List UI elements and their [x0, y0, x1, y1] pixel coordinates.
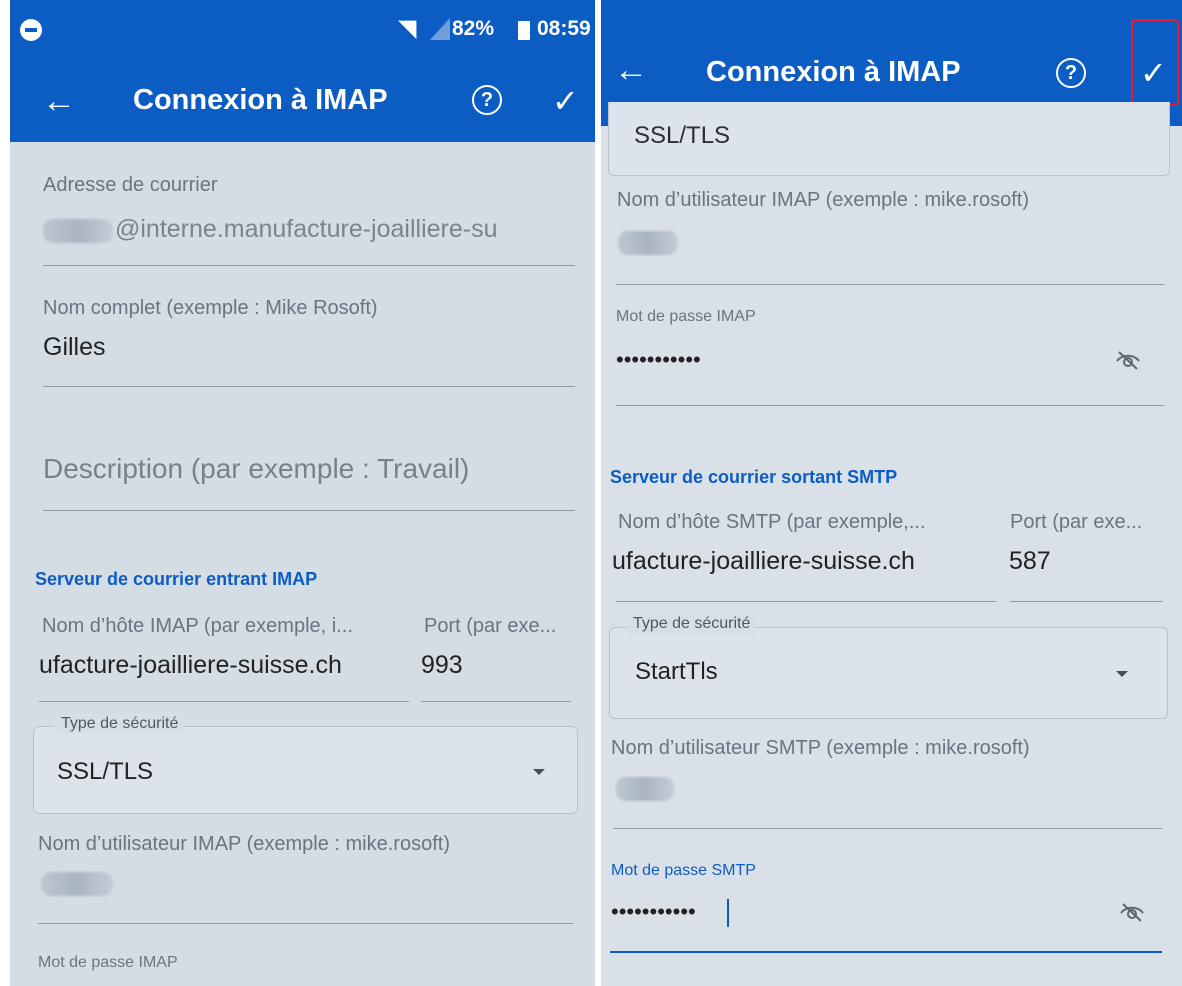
imap-host-underline [39, 701, 409, 702]
confirm-check-icon[interactable]: ✓ [1140, 55, 1167, 91]
smtp-password-field-value[interactable]: ••••••••••• [611, 899, 696, 925]
smtp-port-field-value[interactable]: 587 [1009, 546, 1051, 576]
imap-password-underline [616, 405, 1164, 406]
email-field-value[interactable]: @interne.manufacture-joailliere-su [115, 214, 498, 244]
status-time: 08:59 [537, 17, 591, 40]
imap-password-label: Mot de passe IMAP [38, 954, 178, 971]
top-imap-security-value: SSL/TLS [634, 122, 731, 149]
chevron-down-icon [1116, 671, 1128, 677]
fullname-field-value[interactable]: Gilles [43, 332, 106, 362]
imap-host-field-value[interactable]: ufacture-joailliere-suisse.ch [39, 650, 342, 680]
page-title: Connexion à IMAP [706, 56, 961, 88]
imap-security-label: Type de sécurité [55, 714, 185, 734]
text-cursor [727, 899, 729, 927]
right-phone-screen: ← Connexion à IMAP ? ✓ SSL/TLS Nom d’uti… [601, 0, 1182, 986]
blurred-imap-username [618, 231, 678, 255]
left-phone-screen: ◥ 82% 08:59 ← Connexion à IMAP ? ✓ Adres… [10, 0, 595, 986]
blurred-smtp-username [616, 777, 674, 801]
outgoing-server-heading: Serveur de courrier sortant SMTP [610, 467, 898, 487]
comparison-screenshot: ◥ 82% 08:59 ← Connexion à IMAP ? ✓ Adres… [0, 0, 1182, 986]
help-icon[interactable]: ? [1056, 58, 1086, 88]
signal-icon [430, 18, 450, 40]
page-title: Connexion à IMAP [133, 84, 388, 116]
smtp-host-underline [616, 601, 996, 602]
incoming-server-heading: Serveur de courrier entrant IMAP [35, 569, 318, 589]
imap-username-underline [616, 284, 1164, 285]
do-not-disturb-icon [20, 19, 42, 41]
smtp-host-field-value[interactable]: ufacture-joailliere-suisse.ch [612, 546, 915, 576]
email-label: Adresse de courrier [43, 174, 218, 196]
imap-security-value: SSL/TLS [57, 758, 154, 785]
blurred-imap-username [41, 872, 113, 896]
visibility-off-icon[interactable] [1117, 900, 1147, 924]
back-arrow-icon[interactable]: ← [42, 81, 76, 121]
imap-password-field-value[interactable]: ••••••••••• [616, 347, 701, 373]
help-icon[interactable]: ? [472, 85, 502, 115]
imap-port-field-value[interactable]: 993 [421, 650, 463, 680]
status-bar: ◥ 82% 08:59 [10, 0, 595, 58]
blurred-email-local-part [43, 219, 113, 243]
email-field-underline [43, 265, 575, 266]
confirm-check-icon[interactable]: ✓ [552, 83, 579, 119]
description-field-placeholder[interactable]: Description (par exemple : Travail) [43, 454, 469, 484]
smtp-password-underline [610, 951, 1162, 953]
battery-icon [518, 21, 530, 40]
wifi-icon: ◥ [398, 15, 417, 42]
smtp-security-value: StartTls [635, 658, 718, 685]
smtp-port-underline [1010, 601, 1163, 602]
smtp-host-label: Nom d’hôte SMTP (par exemple,... [618, 511, 926, 533]
chevron-down-icon [533, 769, 545, 775]
visibility-off-icon[interactable] [1113, 348, 1143, 372]
back-arrow-icon[interactable]: ← [614, 50, 648, 90]
smtp-password-label: Mot de passe SMTP [611, 862, 756, 879]
smtp-security-label: Type de sécurité [627, 614, 757, 634]
app-bar: ← Connexion à IMAP ? ✓ [10, 58, 595, 142]
description-field-underline [43, 510, 575, 511]
imap-username-label: Nom d’utilisateur IMAP (exemple : mike.r… [617, 189, 1029, 211]
smtp-username-underline [613, 828, 1162, 829]
smtp-port-label: Port (par exe... [1010, 511, 1143, 533]
fullname-label: Nom complet (exemple : Mike Rosoft) [43, 297, 378, 319]
imap-username-underline [38, 923, 573, 924]
imap-username-label: Nom d’utilisateur IMAP (exemple : mike.r… [38, 833, 450, 855]
imap-host-label: Nom d’hôte IMAP (par exemple, i... [42, 615, 353, 637]
imap-port-label: Port (par exe... [424, 615, 557, 637]
smtp-username-label: Nom d’utilisateur SMTP (exemple : mike.r… [611, 737, 1030, 759]
fullname-field-underline [43, 386, 575, 387]
battery-percentage: 82% [452, 17, 495, 40]
imap-port-underline [421, 701, 571, 702]
imap-password-label: Mot de passe IMAP [616, 308, 756, 325]
